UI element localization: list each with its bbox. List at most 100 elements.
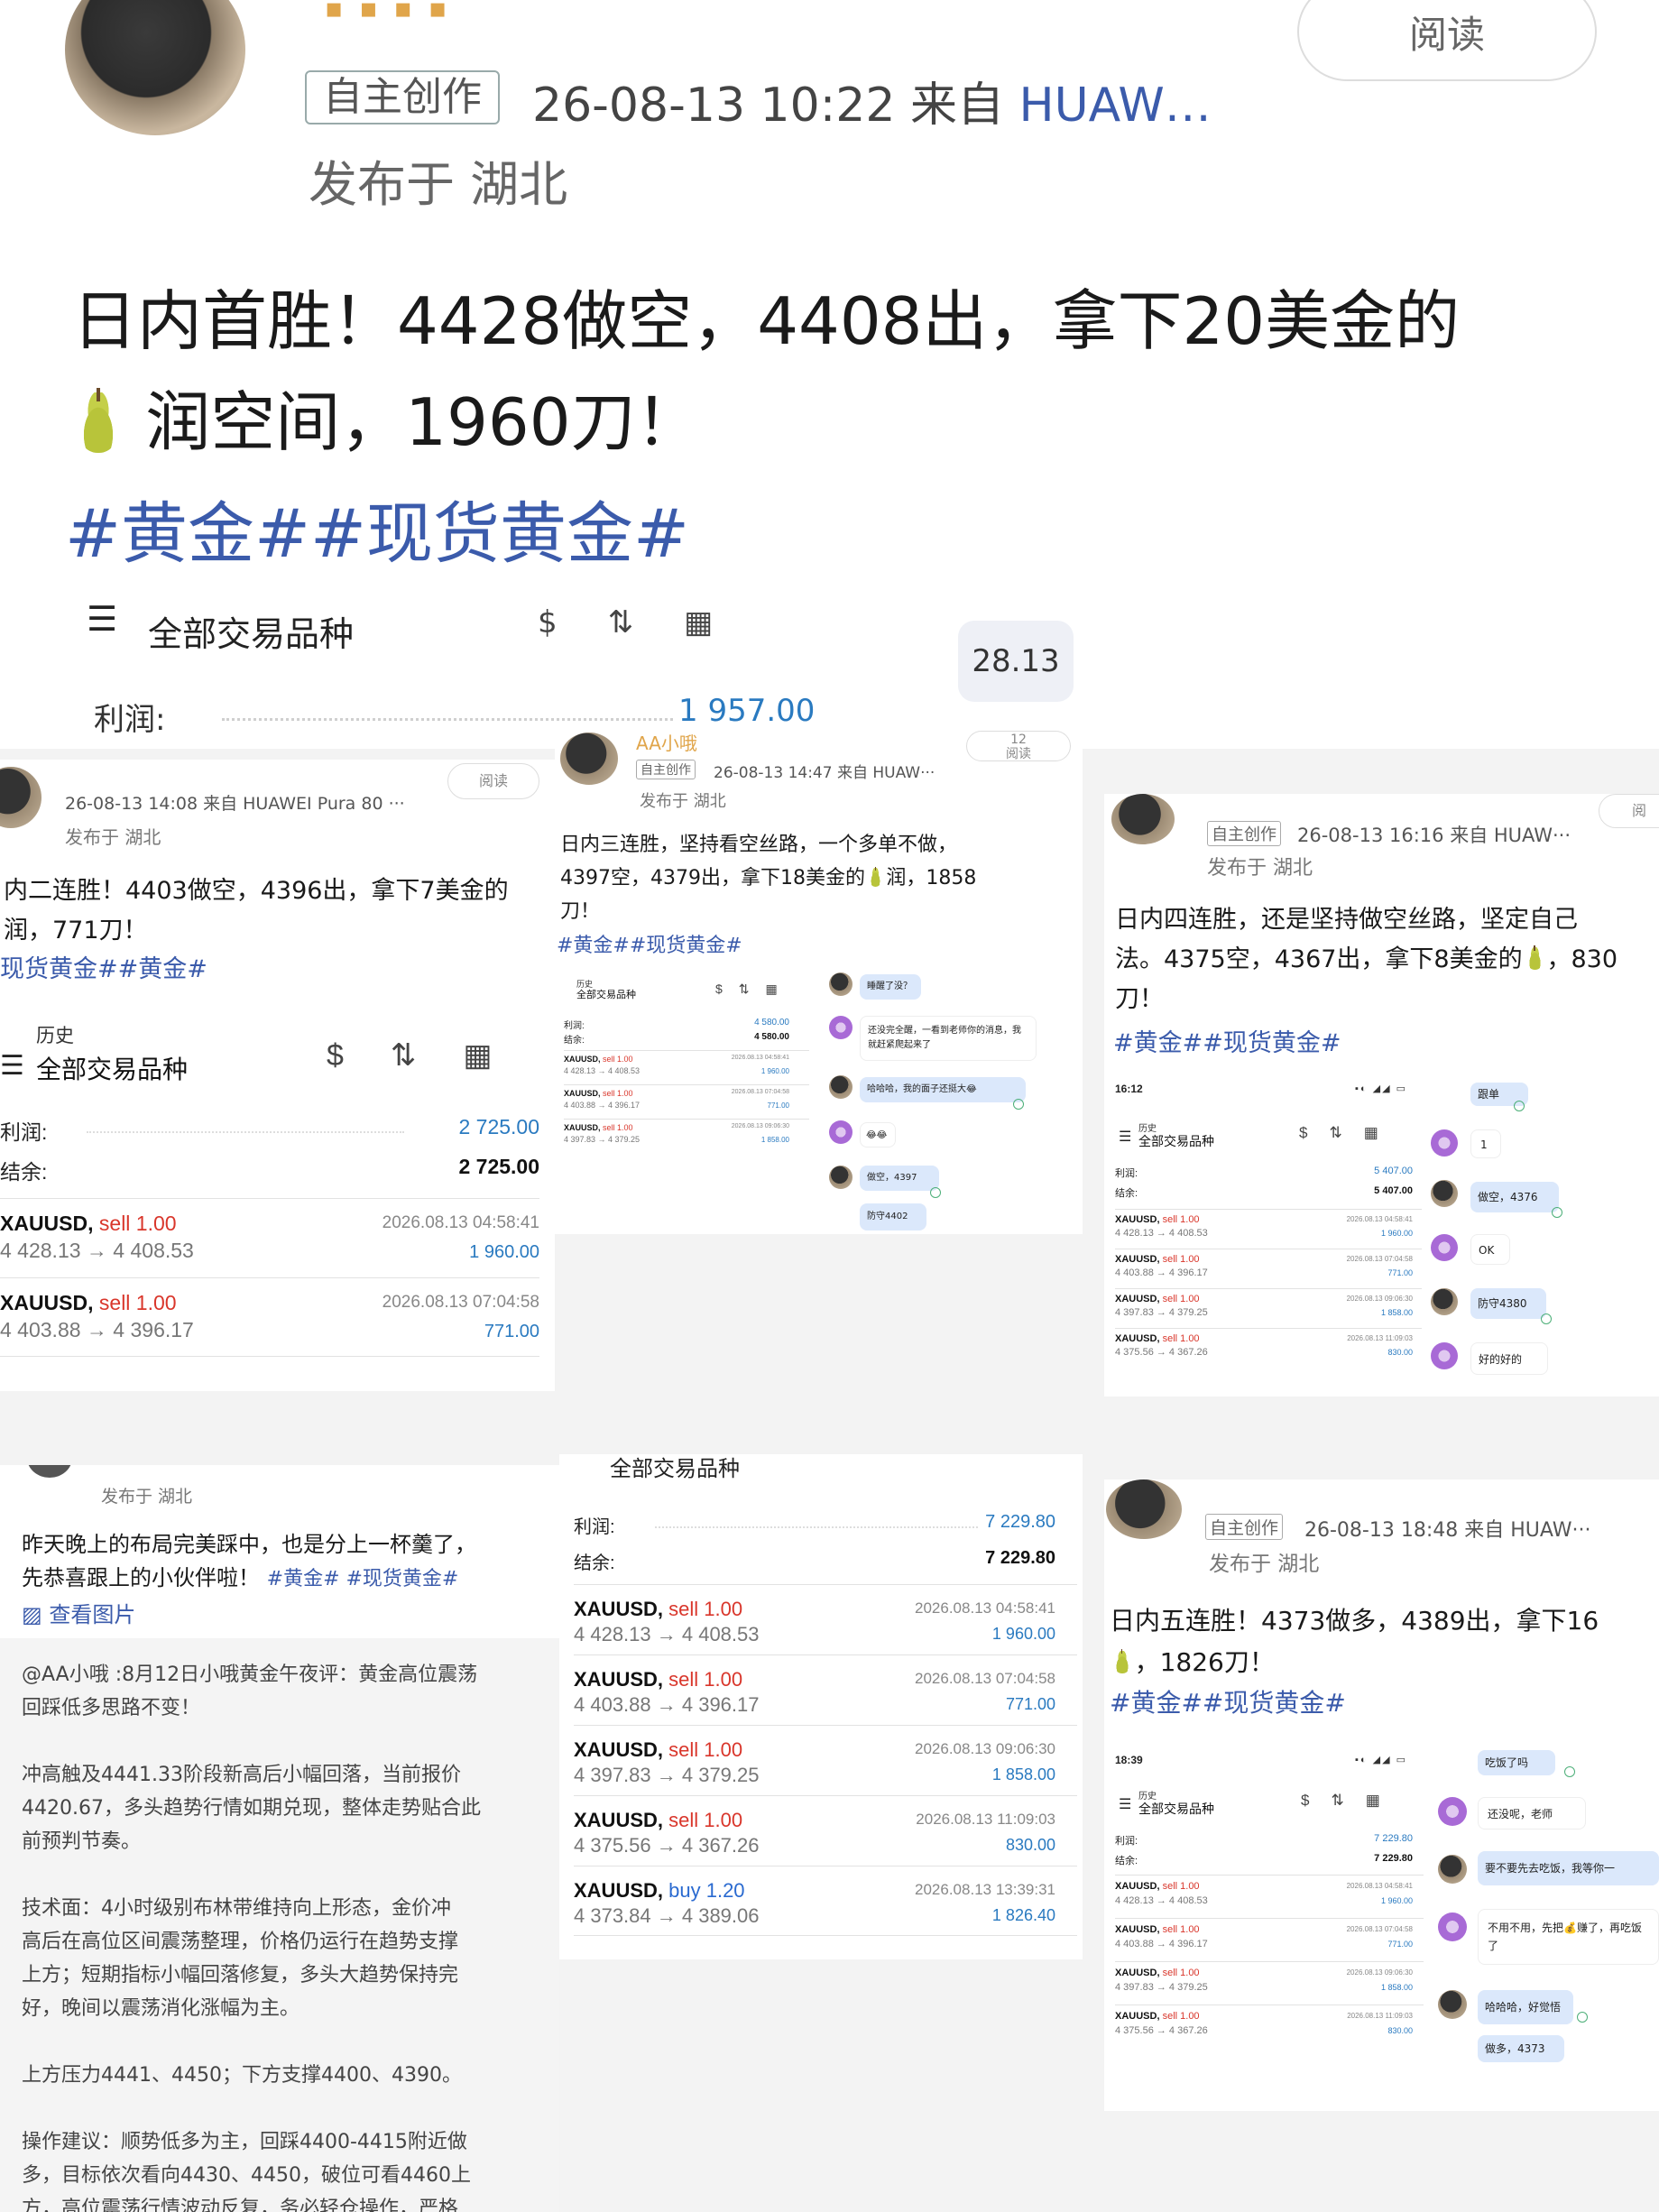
view-images-link[interactable]: ▨ 查看图片 [22,1597,135,1628]
sort-icon[interactable]: ⇅ [391,1038,464,1073]
post-hashtags[interactable]: #黄金##现货黄金# [1110,1683,1346,1719]
trade-history: 18:39 ▪◐ ◢◢ ▭ 历史 ☰ 全部交易品种 $⇅▦ 利润: 7 229.… [1115,1754,1424,2036]
table-row[interactable]: XAUUSD, sell 1.00 4 403.88 → 4 396.17 20… [1115,1249,1422,1288]
calendar-icon[interactable]: ▦ [766,982,794,996]
table-row[interactable]: XAUUSD, sell 1.00 4 375.56 → 4 367.26 20… [574,1795,1077,1866]
chat-bubble: 做空，4376 [1470,1182,1559,1212]
post-hashtags[interactable]: #黄金##现货黄金# [65,480,689,576]
post-hashtags[interactable]: 现货黄金##黄金# [0,949,207,984]
dollar-swap-icon[interactable]: $ [1299,1124,1329,1141]
trade-side: sell 1.00 [668,1668,743,1691]
profit-row: 利润: 7 229.80 [574,1512,1077,1537]
sort-icon[interactable]: ⇅ [608,604,685,641]
post-location: 发布于 湖北 [101,1487,193,1507]
username-decoration: ▪▪▪▪ [325,0,464,24]
calendar-icon[interactable]: ▦ [463,1038,539,1073]
phone-time: 16:12 [1115,1083,1143,1095]
table-row[interactable]: XAUUSD, sell 1.00 4 428.13 → 4 408.53 20… [1115,1209,1422,1249]
balance-value: 7 229.80 [1374,1853,1413,1864]
trade-profit: 1 858.00 [991,1765,1055,1783]
image-icon: ▨ [22,1602,42,1627]
account-summary-strip: ☰ 全部交易品种 $⇅▦ 利润: 1 957.00 [0,595,1659,749]
read-button[interactable]: 阅读 [1297,0,1597,81]
table-row[interactable]: XAUUSD, sell 1.00 4 397.83 → 4 379.25 20… [574,1725,1077,1795]
post-hashtags[interactable]: #黄金# #现货黄金# [267,1568,459,1590]
post-hashtags[interactable]: #黄金##现货黄金# [557,929,742,958]
table-row[interactable]: XAUUSD, sell 1.00 4 403.88 → 4 396.17 20… [564,1084,809,1119]
calendar-icon[interactable]: ▦ [1364,1124,1400,1141]
balance-row: 结余: 7 229.80 [1115,1853,1424,1867]
pear-emoji-icon [868,866,883,887]
dollar-swap-icon[interactable]: $ [1301,1792,1331,1809]
avatar [1431,1342,1458,1369]
post-text-line: 先恭喜跟上的小伙伴啦！ #黄金# #现货黄金# [22,1565,459,1590]
balance-value: 5 407.00 [1374,1185,1413,1196]
table-row[interactable]: XAUUSD, sell 1.00 4 428.13 → 4 408.53 20… [0,1198,539,1277]
sort-icon[interactable]: ⇅ [1329,1124,1363,1141]
menu-icon[interactable]: ☰ [1119,1795,1131,1813]
avatar[interactable] [1106,1479,1182,1539]
post-text-line: ，1826刀！ [1110,1642,1659,1683]
username[interactable]: AA小哦 [636,729,697,755]
table-row[interactable]: XAUUSD, sell 1.00 4 375.56 → 4 367.26 20… [1115,2005,1424,2048]
trade-date: 2026.08.13 04:58:41 [1346,1882,1413,1890]
chat-bubble: 还没呢，老师 [1478,1797,1586,1830]
table-row[interactable]: XAUUSD, sell 1.00 4 375.56 → 4 367.26 20… [1115,1328,1422,1368]
table-row[interactable]: XAUUSD, sell 1.00 4 428.13 → 4 408.53 20… [564,1050,809,1084]
menu-icon[interactable]: ☰ [1119,1128,1131,1146]
table-row[interactable]: XAUUSD, sell 1.00 4 403.88 → 4 396.17 20… [0,1277,539,1357]
chat-bubble: 还没完全醒，一看到老师你的消息，我就赶紧爬起来了 [860,1016,1037,1061]
table-row[interactable]: XAUUSD, sell 1.00 4 397.83 → 4 379.25 20… [1115,1961,1424,2005]
dollar-swap-icon[interactable]: $ [715,982,739,996]
avatar[interactable] [560,733,618,785]
trade-date: 2026.08.13 07:04:58 [1346,1255,1413,1263]
symbols-title: 全部交易品种 [1138,1802,1214,1816]
menu-icon[interactable]: ☰ [87,599,117,639]
avatar[interactable] [1111,794,1175,844]
read-button[interactable]: 12 阅读 [966,731,1071,761]
post-source[interactable]: HUAW… [1018,78,1211,133]
read-button[interactable]: 阅读 [447,763,539,799]
chat-bubble: 好的好的 [1470,1342,1548,1375]
sort-icon[interactable]: ⇅ [739,982,766,996]
trade-side: sell 1.00 [98,1212,177,1235]
trade-side: sell 1.00 [603,1055,633,1064]
balance-label: 结余: [1115,1856,1138,1866]
avatar[interactable] [27,1465,72,1478]
trade-side: sell 1.00 [1162,2011,1200,2022]
trade-prices: 4 373.84 → 4 389.06 [574,1904,760,1927]
avatar[interactable] [65,0,245,135]
status-bar-icons: ▪◐ ◢◢ ▭ [1355,1083,1407,1094]
menu-icon[interactable]: ☰ [0,1050,24,1082]
trade-side: sell 1.00 [1162,1881,1200,1892]
quote-line: @AA小哦 :8月12日小哦黄金午夜评：黄金高位震荡 [22,1664,478,1686]
trade-profit: 771.00 [1387,1268,1413,1277]
table-row[interactable]: XAUUSD, sell 1.00 4 403.88 → 4 396.17 20… [574,1654,1077,1725]
trade-date: 2026.08.13 09:06:30 [1346,1295,1413,1303]
post-meta: 26-08-13 18:48 来自 HUAW··· [1304,1519,1591,1542]
dollar-swap-icon[interactable]: $ [538,604,608,641]
table-row[interactable]: XAUUSD, sell 1.00 4 428.13 → 4 408.53 20… [574,1584,1077,1654]
avatar[interactable] [0,767,41,828]
trade-prices: 4 375.56 → 4 367.26 [574,1834,760,1857]
post-text-line: 日内首胜！4428做空，4408出，拿下20美金的 [72,283,1461,359]
symbol: XAUUSD, [1115,1294,1160,1304]
table-row[interactable]: XAUUSD, sell 1.00 4 397.83 → 4 379.25 20… [1115,1288,1422,1328]
post-text-line: 日内五连胜！4373做多，4389出，拿下16 [1110,1606,1599,1636]
table-row[interactable]: XAUUSD, buy 1.20 4 373.84 → 4 389.06 202… [574,1866,1077,1936]
sort-icon[interactable]: ⇅ [1331,1792,1365,1809]
profit-label: 利润: [574,1517,615,1537]
trade-history: 16:12 ▪◐ ◢◢ ▭ 历史 ☰ 全部交易品种 $⇅▦ 利润: 5 407.… [1115,1083,1422,1362]
table-row[interactable]: XAUUSD, sell 1.00 4 428.13 → 4 408.53 20… [1115,1875,1424,1918]
trade-prices: 4 397.83 → 4 379.25 [1115,1307,1208,1318]
symbol: XAUUSD, [1115,1924,1160,1935]
dollar-swap-icon[interactable]: $ [327,1038,391,1073]
calendar-icon[interactable]: ▦ [1366,1792,1402,1809]
quoted-post[interactable]: @AA小哦 :8月12日小哦黄金午夜评：黄金高位震荡 回踩低多思路不变！ 冲高触… [0,1638,559,2212]
table-row[interactable]: XAUUSD, sell 1.00 4 403.88 → 4 396.17 20… [1115,1918,1424,1961]
symbol: XAUUSD, [574,1879,664,1902]
table-row[interactable]: XAUUSD, sell 1.00 4 397.83 → 4 379.25 20… [564,1119,809,1153]
read-button[interactable]: 阅 [1599,794,1659,828]
calendar-icon[interactable]: ▦ [684,604,763,641]
post-hashtags[interactable]: #黄金##现货黄金# [1113,1023,1341,1058]
